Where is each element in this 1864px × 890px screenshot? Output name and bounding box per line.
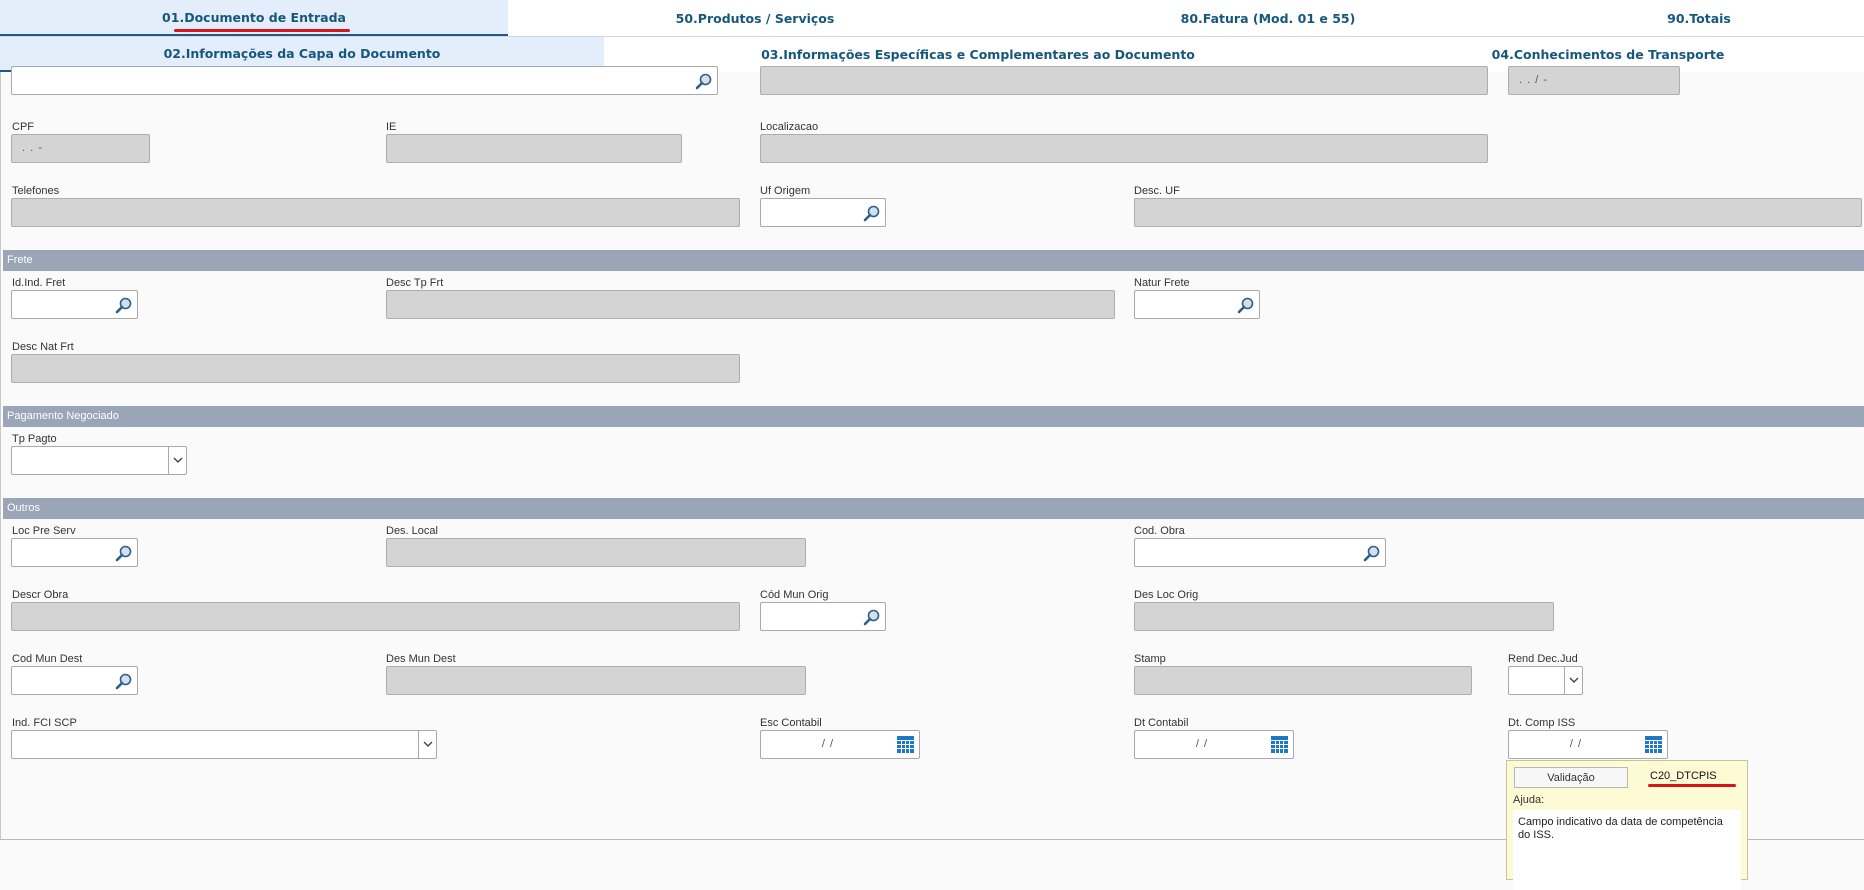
des-local-field xyxy=(386,538,806,567)
chevron-down-icon[interactable] xyxy=(418,731,436,758)
top-date-placeholder: . . / - xyxy=(1519,74,1548,86)
desc-tp-frt-label: Desc Tp Frt xyxy=(386,277,444,289)
section-frete: Frete xyxy=(3,250,1864,271)
chevron-down-icon[interactable] xyxy=(168,447,186,474)
desc-nat-frt-field xyxy=(11,354,740,383)
cod-mun-orig-field[interactable] xyxy=(760,602,886,631)
localizacao-field xyxy=(760,134,1488,163)
search-icon[interactable] xyxy=(1237,296,1255,314)
uf-origem-field[interactable] xyxy=(760,198,886,227)
cod-obra-label: Cod. Obra xyxy=(1134,525,1185,537)
ie-field xyxy=(386,134,682,163)
annotation-underline-field-code xyxy=(1648,784,1736,787)
natur-frete-label: Natur Frete xyxy=(1134,277,1190,289)
search-icon[interactable] xyxy=(695,72,713,90)
descr-obra-field xyxy=(11,602,740,631)
dt-comp-iss-placeholder: / / xyxy=(1569,738,1583,750)
dt-contabil-placeholder: / / xyxy=(1195,738,1209,750)
rend-dec-jud-label: Rend Dec.Jud xyxy=(1508,653,1578,665)
cod-mun-orig-label: Cód Mun Orig xyxy=(760,589,829,601)
cpf-field: . . - xyxy=(11,134,150,163)
stamp-field xyxy=(1134,666,1472,695)
help-text: Campo indicativo da data de competência … xyxy=(1513,810,1741,890)
field-help-popup: Validação C20_DTCPIS Ajuda: Campo indica… xyxy=(1506,760,1748,890)
cod-mun-dest-label: Cod Mun Dest xyxy=(12,653,83,665)
desc-nat-frt-label: Desc Nat Frt xyxy=(12,341,74,353)
search-icon[interactable] xyxy=(115,672,133,690)
dt-comp-iss-field[interactable]: / / xyxy=(1508,730,1668,759)
search-icon[interactable] xyxy=(1363,544,1381,562)
annotation-underline-tab xyxy=(174,29,350,32)
esc-contabil-label: Esc Contabil xyxy=(760,717,822,729)
tab-produtos-servicos[interactable]: 50.Produtos / Serviços xyxy=(508,0,1002,36)
tab-fatura[interactable]: 80.Fatura (Mod. 01 e 55) xyxy=(1002,0,1534,36)
dt-contabil-label: Dt Contabil xyxy=(1134,717,1189,729)
cpf-placeholder: . . - xyxy=(22,142,43,154)
des-mun-dest-field xyxy=(386,666,806,695)
des-loc-orig-label: Des Loc Orig xyxy=(1134,589,1199,601)
tab-totais[interactable]: 90.Totais xyxy=(1534,0,1864,36)
desc-uf-field xyxy=(1134,198,1862,227)
ind-fci-scp-label: Ind. FCI SCP xyxy=(12,717,77,729)
ind-fci-scp-select[interactable] xyxy=(11,730,437,759)
natur-frete-field[interactable] xyxy=(1134,290,1260,319)
chevron-down-icon[interactable] xyxy=(1564,667,1582,694)
esc-contabil-placeholder: / / xyxy=(821,738,835,750)
calendar-icon[interactable] xyxy=(896,735,915,754)
form-content: . . / - CPF . . - IE Localizacao Telefon… xyxy=(0,66,1864,840)
help-label: Ajuda: xyxy=(1513,794,1545,806)
des-mun-dest-label: Des Mun Dest xyxy=(386,653,456,665)
dt-comp-iss-label: Dt. Comp ISS xyxy=(1508,717,1576,729)
des-loc-orig-field xyxy=(1134,602,1554,631)
tp-pagto-select[interactable] xyxy=(11,446,187,475)
telefones-field xyxy=(11,198,740,227)
loc-pre-serv-label: Loc Pre Serv xyxy=(12,525,76,537)
id-ind-fret-field[interactable] xyxy=(11,290,138,319)
desc-tp-frt-field xyxy=(386,290,1115,319)
ie-label: IE xyxy=(386,121,397,133)
rend-dec-jud-select[interactable] xyxy=(1508,666,1583,695)
telefones-label: Telefones xyxy=(12,185,60,197)
top-search-field[interactable] xyxy=(11,66,718,95)
esc-contabil-field[interactable]: / / xyxy=(760,730,920,759)
cpf-label: CPF xyxy=(12,121,34,133)
stamp-label: Stamp xyxy=(1134,653,1166,665)
search-icon[interactable] xyxy=(863,204,881,222)
desc-uf-label: Desc. UF xyxy=(1134,185,1180,197)
loc-pre-serv-field[interactable] xyxy=(11,538,138,567)
localizacao-label: Localizacao xyxy=(760,121,819,133)
top-date-field: . . / - xyxy=(1508,66,1680,95)
cod-obra-field[interactable] xyxy=(1134,538,1386,567)
validacao-button[interactable]: Validação xyxy=(1514,767,1628,788)
des-local-label: Des. Local xyxy=(386,525,438,537)
calendar-icon[interactable] xyxy=(1644,735,1663,754)
dt-contabil-field[interactable]: / / xyxy=(1134,730,1294,759)
top-readonly-field xyxy=(760,66,1488,95)
search-icon[interactable] xyxy=(863,608,881,626)
id-ind-fret-label: Id.Ind. Fret xyxy=(12,277,66,289)
section-pagamento-negociado: Pagamento Negociado xyxy=(3,406,1864,427)
descr-obra-label: Descr Obra xyxy=(12,589,69,601)
calendar-icon[interactable] xyxy=(1270,735,1289,754)
search-icon[interactable] xyxy=(115,544,133,562)
search-icon[interactable] xyxy=(115,296,133,314)
uf-origem-label: Uf Origem xyxy=(760,185,811,197)
tp-pagto-label: Tp Pagto xyxy=(12,433,57,445)
cod-mun-dest-field[interactable] xyxy=(11,666,138,695)
field-code: C20_DTCPIS xyxy=(1650,770,1717,782)
section-outros: Outros xyxy=(3,498,1864,519)
